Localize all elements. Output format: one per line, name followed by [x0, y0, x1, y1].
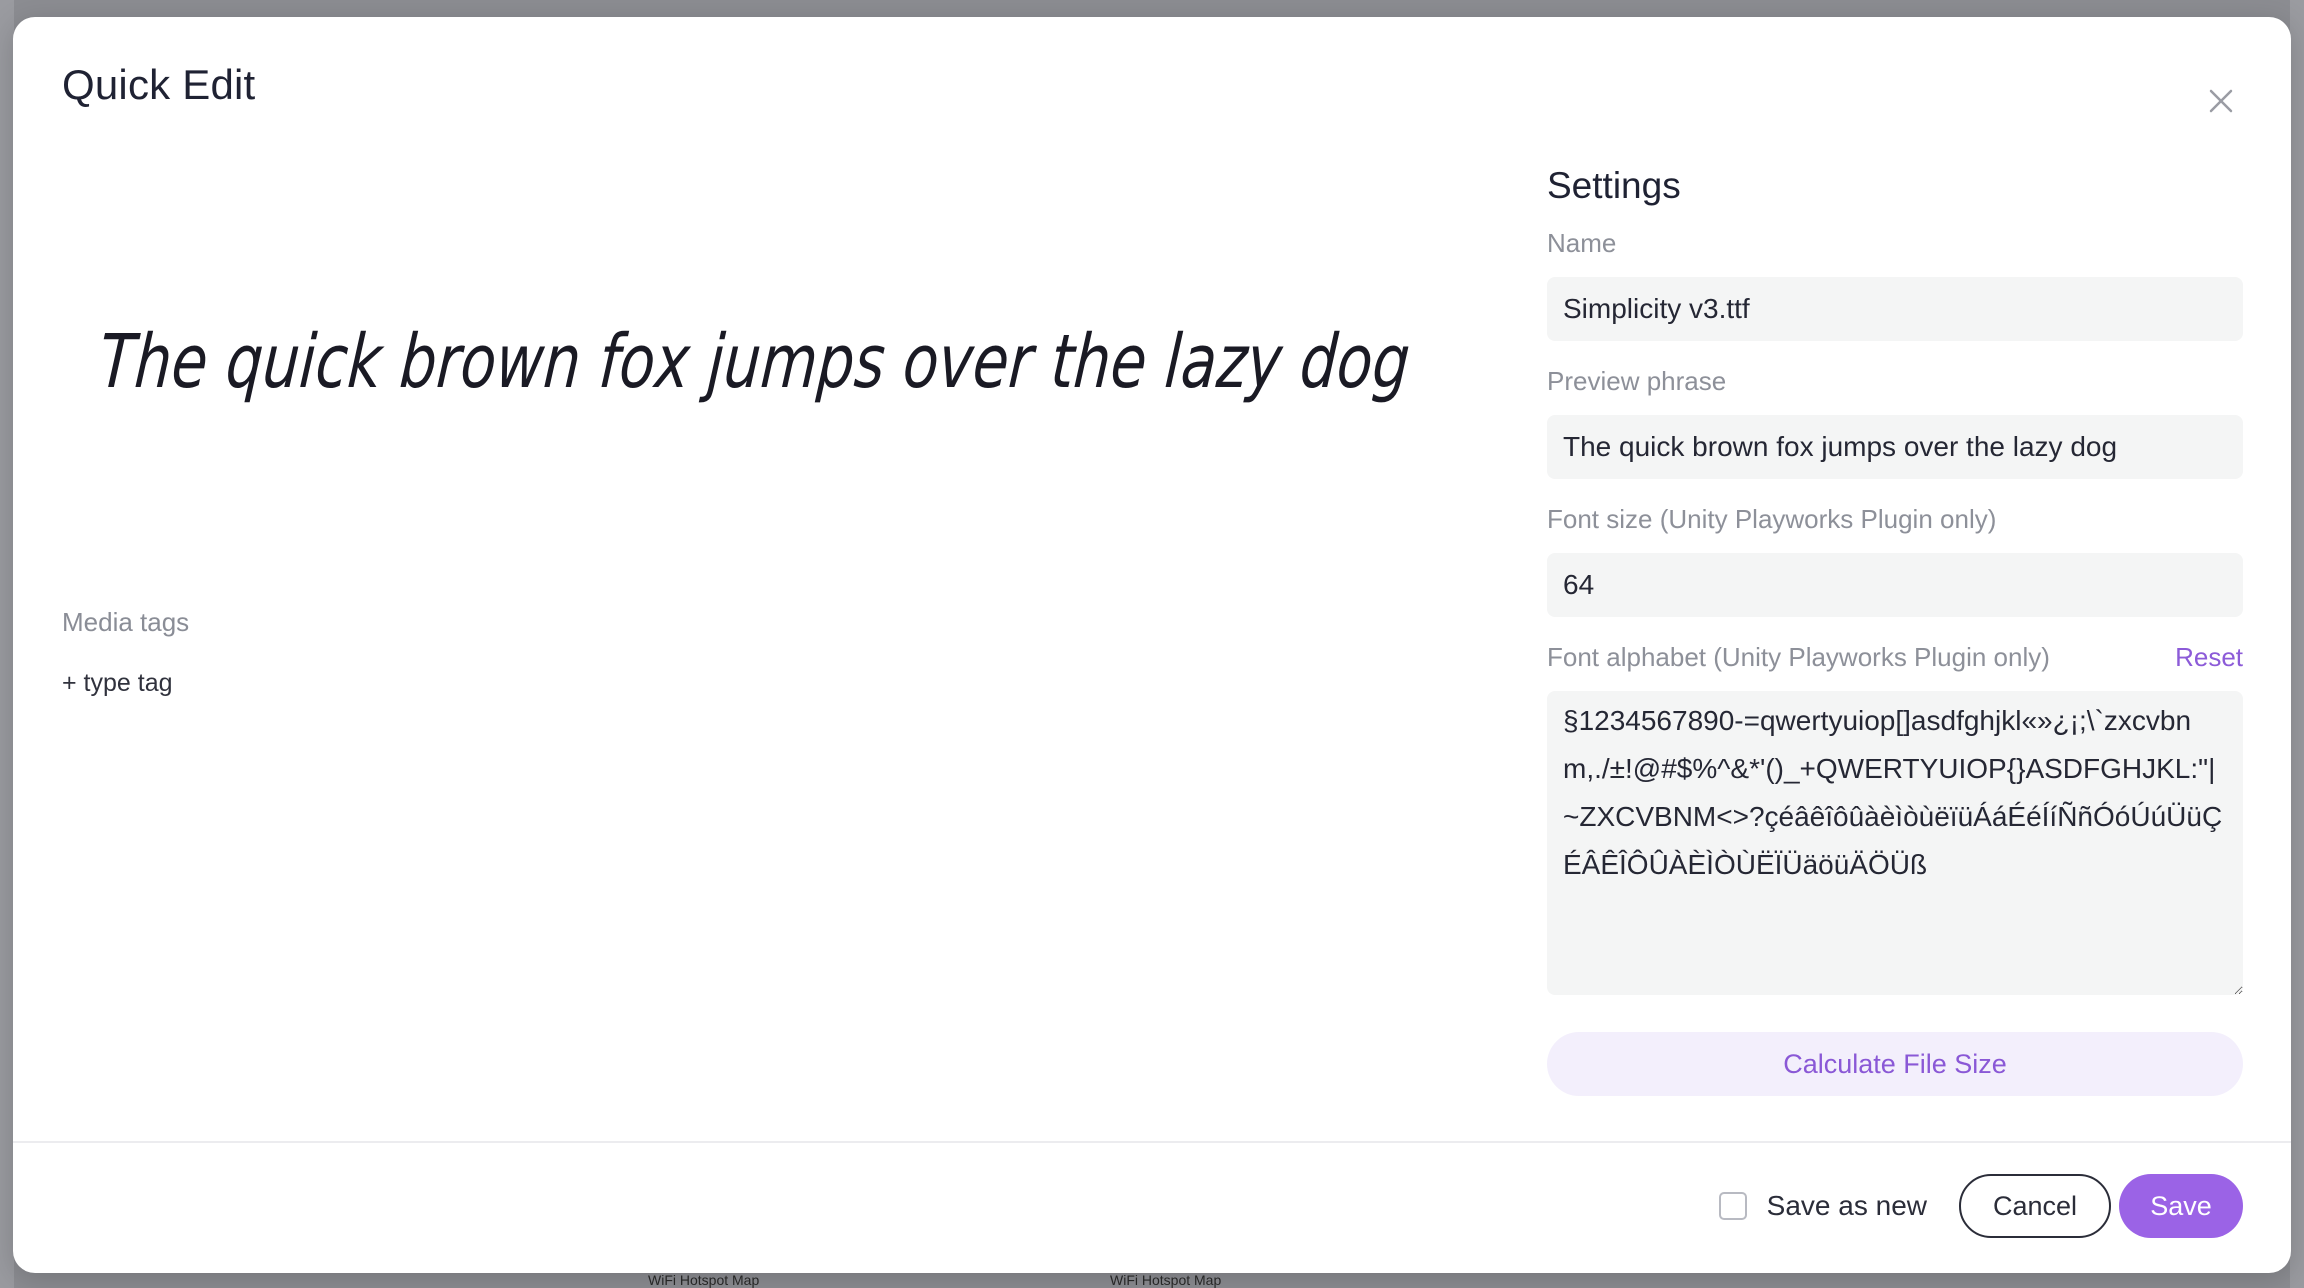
font-alphabet-label: Font alphabet (Unity Playworks Plugin on… [1547, 639, 2243, 675]
font-alphabet-field[interactable]: §1234567890-=qwertyuiop[]asdfghjkl«»¿¡;\… [1547, 691, 2243, 995]
font-preview-canvas: The quick brown fox jumps over the lazy … [97, 319, 1413, 405]
name-field[interactable] [1547, 277, 2243, 341]
add-tag-input[interactable]: + type tag [62, 669, 173, 698]
background-left-edge [0, 0, 14, 1288]
font-alphabet-label-text: Font alphabet (Unity Playworks Plugin on… [1547, 642, 2050, 672]
font-size-label-text: Font size (Unity Playworks Plugin only) [1547, 504, 1997, 534]
preview-phrase-label-text: Preview phrase [1547, 366, 1727, 396]
font-preview: The quick brown fox jumps over the lazy … [62, 257, 1462, 487]
cancel-button[interactable]: Cancel [1959, 1174, 2111, 1238]
settings-title: Settings [1547, 165, 1681, 206]
save-as-new-checkbox[interactable] [1718, 1192, 1747, 1220]
preview-phrase-label: Preview phrase [1547, 363, 2243, 399]
modal-title: Quick Edit [62, 61, 256, 108]
reset-alphabet-link[interactable]: Reset [2175, 639, 2243, 675]
background-card-label: WiFi Hotspot Map [648, 1272, 760, 1288]
quick-edit-modal: Quick Edit The quick brown fox jumps ove… [13, 17, 2291, 1273]
settings-panel: Settings Name Preview phrase Font size (… [1547, 157, 2243, 1096]
save-button[interactable]: Save [2119, 1174, 2243, 1238]
name-label: Name [1547, 225, 2243, 261]
font-size-field[interactable] [1547, 553, 2243, 617]
close-icon [2209, 89, 2233, 113]
save-as-new-toggle[interactable]: Save as new [1718, 1190, 1927, 1222]
calculate-file-size-button[interactable]: Calculate File Size [1547, 1032, 2243, 1096]
preview-phrase-field[interactable] [1547, 415, 2243, 479]
modal-footer: Save as new Cancel Save [1718, 1174, 2243, 1238]
background-right-edge [2290, 0, 2304, 1288]
save-as-new-label: Save as new [1766, 1190, 1927, 1221]
name-label-text: Name [1547, 228, 1617, 258]
media-tags-label: Media tags [62, 607, 190, 637]
close-button[interactable] [2201, 81, 2241, 121]
background-card-label: WiFi Hotspot Map [1110, 1272, 1222, 1288]
footer-divider [13, 1141, 2291, 1143]
font-size-label: Font size (Unity Playworks Plugin only) [1547, 501, 2243, 537]
preview-phrase-text: The quick brown fox jumps over the lazy … [97, 319, 1413, 405]
